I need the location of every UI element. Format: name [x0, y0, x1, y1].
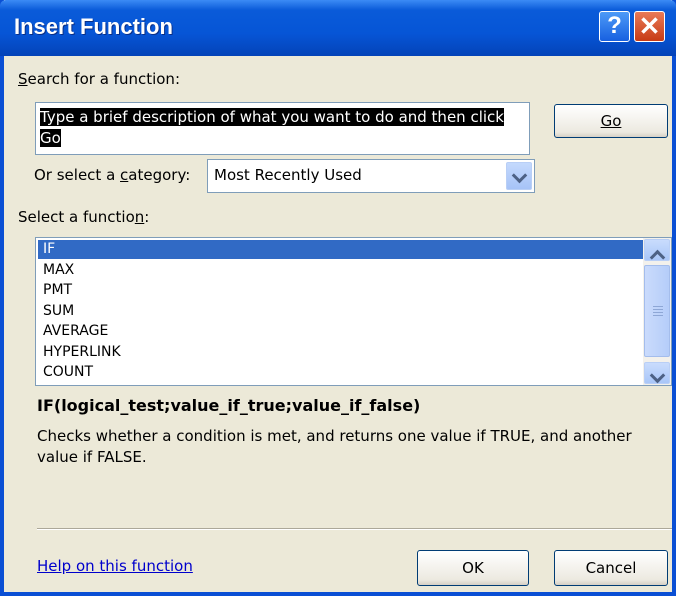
category-label-1: Or select a: [34, 166, 121, 184]
go-button-label: Go: [600, 112, 622, 130]
category-select[interactable]: Most Recently Used: [207, 159, 535, 193]
search-label: Search for a function:: [18, 70, 180, 88]
grip-line: [653, 306, 663, 307]
ok-button[interactable]: OK: [417, 550, 529, 586]
question-icon: ?: [607, 12, 622, 39]
function-syntax: IF(logical_test;value_if_true;value_if_f…: [37, 396, 421, 415]
function-list-item[interactable]: AVERAGE: [38, 322, 643, 341]
function-list-item[interactable]: COUNT: [38, 363, 643, 382]
insert-function-dialog: Insert Function ? ✕ Search for a functio…: [0, 0, 676, 596]
search-input[interactable]: Type a brief description of what you wan…: [35, 102, 530, 155]
function-list-item[interactable]: HYPERLINK: [38, 343, 643, 362]
category-value: Most Recently Used: [214, 166, 362, 184]
chevron-down-icon: [511, 167, 528, 184]
close-button[interactable]: ✕: [634, 11, 665, 42]
go-button[interactable]: Go: [554, 104, 668, 138]
scroll-down-button[interactable]: [644, 362, 670, 384]
chevron-down-icon: [649, 367, 666, 384]
grip-line: [653, 315, 663, 316]
category-label-2: ategory:: [128, 166, 191, 184]
chevron-up-icon: [649, 249, 666, 266]
function-list-label-1: Select a functio: [18, 208, 135, 226]
function-list-item[interactable]: MAX: [38, 261, 643, 280]
dropdown-arrow-button[interactable]: [506, 162, 532, 190]
cancel-button[interactable]: Cancel: [554, 550, 668, 586]
help-on-function-link[interactable]: Help on this function: [37, 557, 193, 575]
function-list-label-access-key: n: [134, 208, 145, 226]
function-list-item[interactable]: IF: [38, 240, 643, 259]
search-label-rest: earch for a function:: [27, 70, 180, 88]
function-list-item[interactable]: PMT: [38, 281, 643, 300]
help-button[interactable]: ?: [599, 11, 630, 42]
grip-line: [653, 309, 663, 310]
vertical-scrollbar[interactable]: [643, 238, 671, 385]
dialog-title: Insert Function: [14, 14, 173, 39]
function-list-label: Select a function:: [18, 208, 149, 226]
grip-line: [653, 312, 663, 313]
function-list-label-2: :: [144, 208, 150, 226]
separator: [37, 528, 672, 530]
search-label-access-key: S: [18, 70, 28, 88]
function-list[interactable]: IF MAX PMT SUM AVERAGE HYPERLINK COUNT: [35, 237, 672, 386]
close-icon: ✕: [638, 11, 661, 41]
function-list-item[interactable]: SUM: [38, 302, 643, 321]
search-input-text: Type a brief description of what you wan…: [40, 108, 504, 147]
scroll-thumb[interactable]: [644, 265, 670, 357]
category-label: Or select a category:: [34, 166, 190, 184]
scroll-up-button[interactable]: [644, 239, 670, 266]
title-bar[interactable]: Insert Function ? ✕: [0, 0, 676, 56]
function-description: Checks whether a condition is met, and r…: [37, 427, 632, 466]
